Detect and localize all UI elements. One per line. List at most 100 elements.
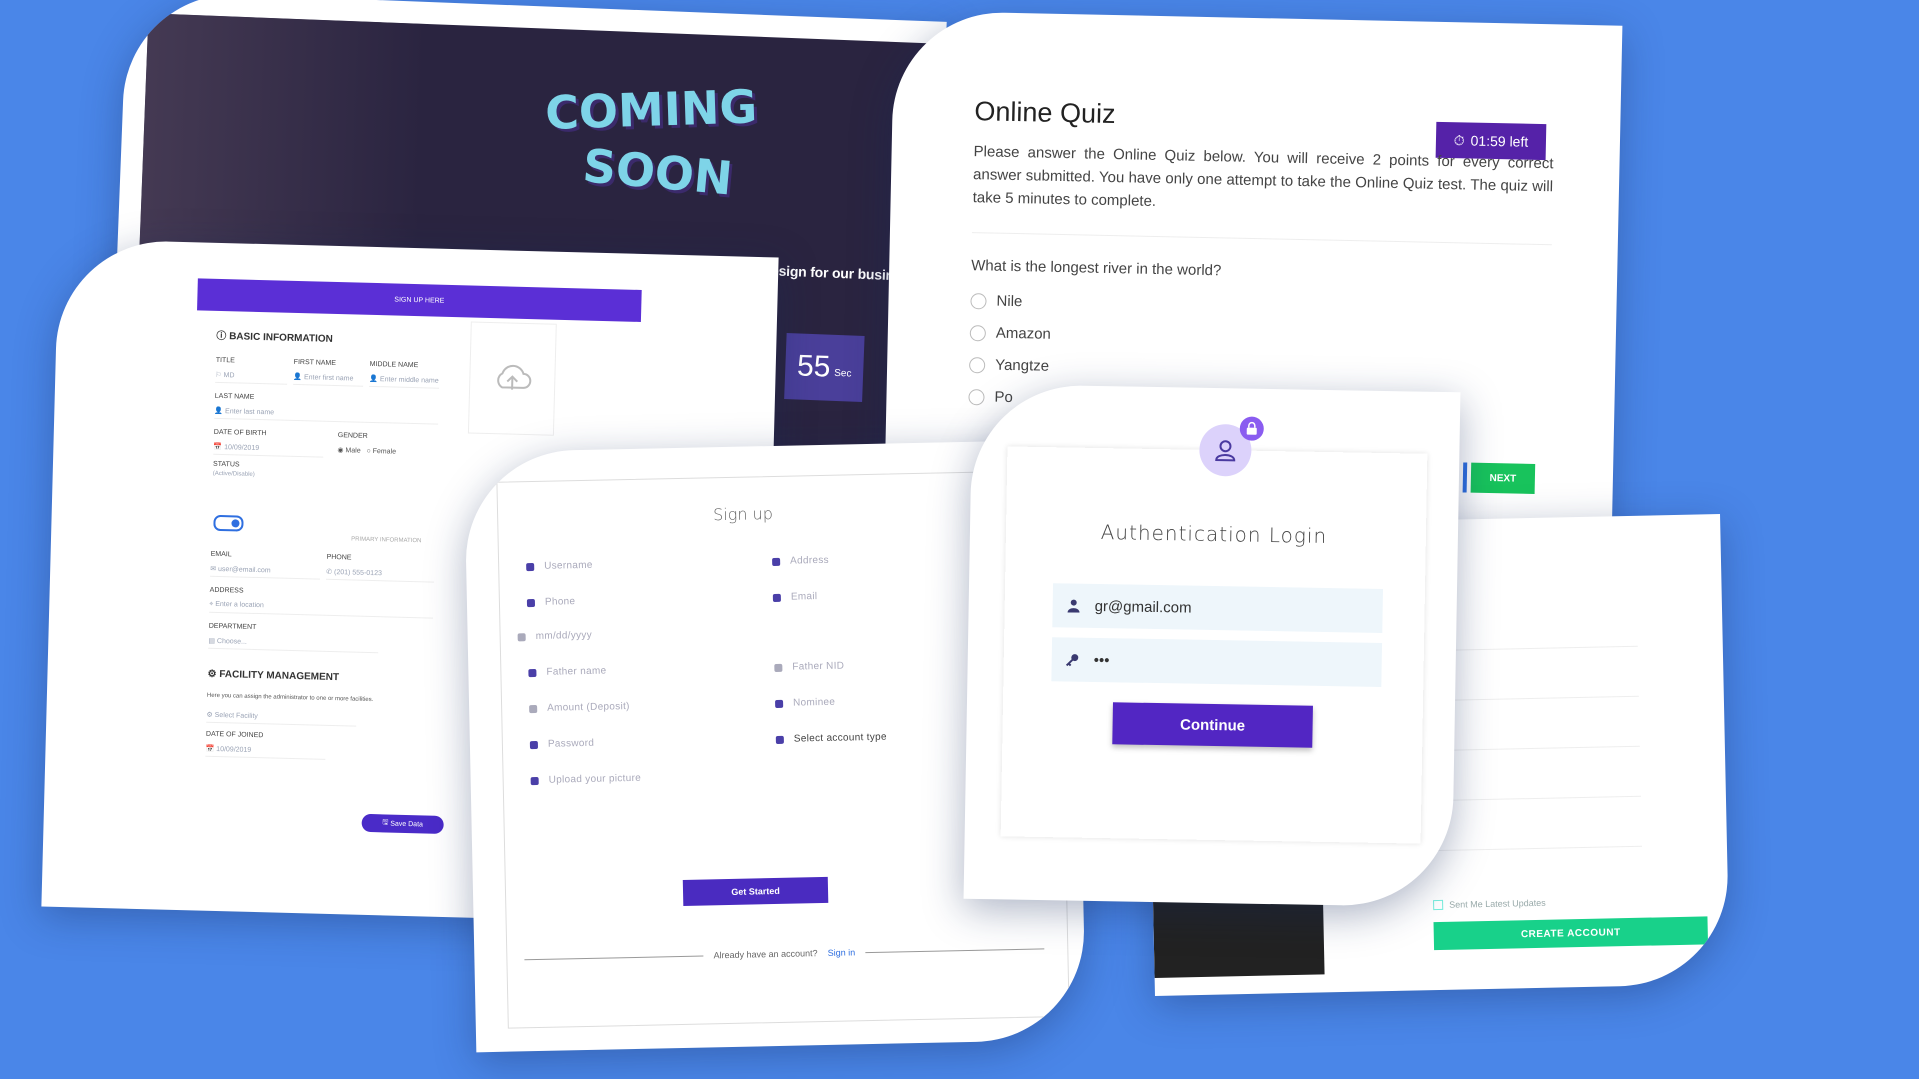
gender-radios[interactable]: ◉ Male ○ Female	[337, 446, 396, 459]
updates-checkbox[interactable]: Sent Me Latest Updates	[1433, 898, 1546, 911]
nominee-field[interactable]: Nominee	[775, 697, 835, 709]
option-label: Po	[994, 388, 1014, 407]
placeholder: Nominee	[792, 696, 836, 709]
form-field-line[interactable]	[1430, 795, 1641, 802]
signup-title: Sign up	[712, 503, 774, 525]
coming-soon-logo: COMING SOON	[541, 79, 776, 228]
department-select[interactable]: ▤ Choose...	[208, 636, 379, 654]
logo-line-1: COMING	[544, 79, 758, 140]
placeholder: Phone	[544, 596, 576, 608]
placeholder: Father name	[546, 665, 607, 678]
address-input[interactable]: ⌖ Enter a location	[209, 600, 434, 619]
save-data-button[interactable]: 🖫 Save Data	[361, 813, 444, 834]
countdown-unit: Sec	[834, 367, 852, 380]
quiz-option[interactable]: Nile	[970, 292, 1023, 310]
continue-button[interactable]: Continue	[1112, 702, 1313, 748]
form-header: SIGN UP HERE	[197, 278, 642, 322]
password-value: •••	[1093, 651, 1110, 669]
countdown-value: 55	[796, 349, 832, 384]
id-card-icon	[774, 663, 783, 672]
quiz-question: What is the longest river in the world?	[971, 257, 1222, 280]
placeholder: Amount (Deposit)	[547, 701, 630, 714]
placeholder: Select Facility	[214, 711, 258, 721]
placeholder: Choose...	[216, 637, 247, 646]
phone-field[interactable]: Phone	[526, 596, 576, 608]
key-icon	[1065, 654, 1079, 667]
quiz-option[interactable]: Yangtze	[969, 356, 1049, 375]
create-account-button[interactable]: CREATE ACCOUNT	[1433, 916, 1709, 951]
department-label: DEPARTMENT	[208, 622, 257, 631]
phone-icon	[526, 598, 536, 607]
quiz-description: Please answer the Online Quiz below. You…	[972, 143, 1554, 210]
primary-info-divider: PRIMARY INFORMATION	[351, 536, 422, 545]
radio-button[interactable]	[969, 356, 986, 373]
user-icon	[1215, 440, 1236, 462]
joined-input[interactable]: 📅 10/09/2019	[205, 744, 326, 760]
radio-button[interactable]	[968, 388, 985, 405]
title-label: TITLE	[215, 356, 235, 365]
sign-in-link[interactable]: Sign in	[828, 947, 856, 958]
gender-male[interactable]: Male	[345, 447, 360, 454]
email-input[interactable]: ✉ user@email.com	[210, 564, 321, 580]
address-icon	[772, 557, 781, 566]
joined-label: DATE OF JOINED	[205, 730, 264, 740]
account-type-select[interactable]: Select account type	[775, 731, 887, 745]
dob-value: 10/09/2019	[224, 444, 260, 453]
checkbox[interactable]	[1433, 899, 1444, 911]
gender-female[interactable]: Female	[373, 448, 397, 456]
placeholder: (201) 555-0123	[333, 569, 382, 578]
divider	[971, 232, 1552, 246]
father-nid-field[interactable]: Father NID	[774, 661, 844, 673]
get-started-button[interactable]: Get Started	[682, 876, 829, 906]
radio-button[interactable]	[970, 292, 987, 309]
address-field[interactable]: Address	[772, 555, 829, 567]
dob-input[interactable]: 📅 10/09/2019	[213, 442, 324, 458]
form-field-line[interactable]	[1429, 745, 1640, 752]
date-field[interactable]: mm/dd/yyyy	[517, 630, 592, 643]
quiz-timer-text: 01:59 left	[1470, 132, 1529, 150]
calendar-icon	[517, 632, 526, 641]
email-field[interactable]: Email	[772, 591, 818, 603]
auth-login-card: Authentication Login gr@gmail.com ••• Co…	[963, 383, 1461, 908]
form-field-line[interactable]	[1428, 695, 1639, 702]
quiz-option[interactable]: Po	[968, 388, 1013, 406]
phone-input[interactable]: ✆ (201) 555-0123	[326, 567, 435, 583]
prev-button[interactable]	[1462, 462, 1468, 493]
select-label: Select account type	[793, 731, 887, 745]
user-icon	[1067, 599, 1080, 613]
first-name-input[interactable]: 👤 Enter first name	[293, 372, 364, 387]
father-name-field[interactable]: Father name	[528, 665, 607, 679]
radio-button[interactable]	[969, 324, 987, 341]
phone-label: PHONE	[326, 553, 352, 562]
next-button[interactable]: NEXT	[1470, 462, 1536, 494]
cloud-upload-icon	[497, 364, 532, 390]
quiz-option[interactable]: Amazon	[969, 324, 1052, 343]
title-select[interactable]: ⚐ MD	[215, 370, 288, 385]
form-field-line[interactable]	[1427, 645, 1638, 652]
email-input[interactable]: gr@gmail.com	[1052, 583, 1384, 633]
form-field-line[interactable]	[1431, 845, 1642, 852]
option-label: Amazon	[995, 324, 1052, 343]
placeholder: Upload your picture	[548, 772, 642, 786]
amount-field[interactable]: Amount (Deposit)	[529, 701, 630, 714]
stopwatch-icon: ⏱	[1453, 131, 1465, 148]
first-name-label: FIRST NAME	[293, 358, 337, 367]
user-icon	[528, 668, 537, 677]
status-toggle[interactable]	[213, 514, 244, 532]
email-label: EMAIL	[210, 550, 232, 559]
user-icon	[526, 562, 535, 571]
section-title: BASIC INFORMATION	[228, 331, 333, 345]
username-field[interactable]: Username	[526, 560, 593, 572]
joined-value: 10/09/2019	[216, 745, 252, 754]
section-title: FACILITY MANAGEMENT	[219, 669, 340, 684]
middle-name-input[interactable]: 👤 Enter middle name	[369, 374, 440, 389]
upload-photo[interactable]	[467, 321, 557, 436]
password-field[interactable]: Password	[529, 738, 594, 750]
status-label: STATUS	[212, 460, 240, 469]
upload-picture-field[interactable]: Upload your picture	[530, 772, 642, 786]
last-name-input[interactable]: 👤 Enter last name	[214, 406, 439, 425]
facility-select[interactable]: ⚙ Select Facility	[206, 710, 357, 727]
title-value: MD	[223, 372, 235, 380]
password-input[interactable]: •••	[1051, 637, 1383, 687]
countdown-seconds: 55 Sec	[784, 332, 865, 402]
